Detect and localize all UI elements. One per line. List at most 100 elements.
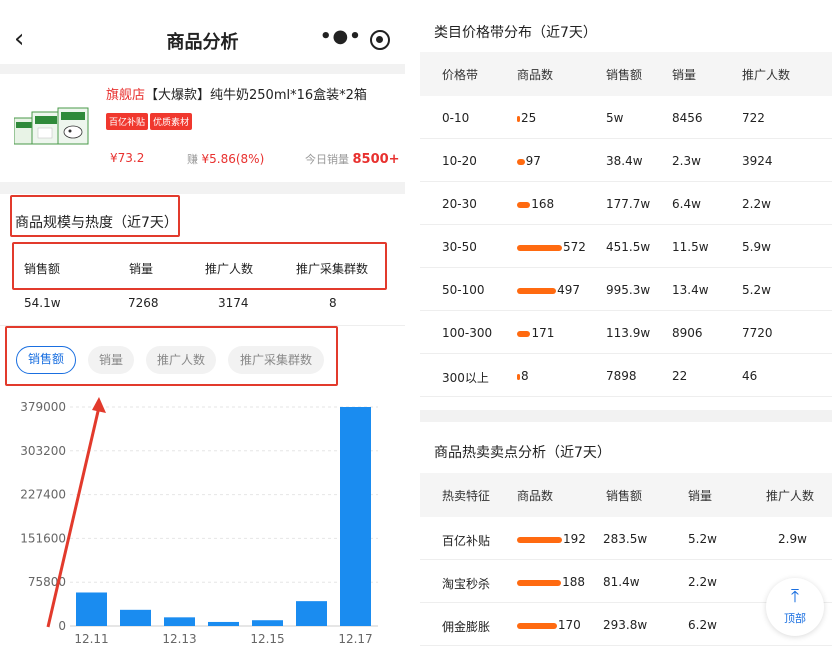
category-panel: 类目价格带分布（近7天） 价格带 商品数 销售额 销量 推广人数 0-10 25 5… — [420, 0, 832, 659]
table-row[interactable]: 50-100 497 995.3w 13.4w 5.2w — [420, 268, 832, 311]
price-band-title: 类目价格带分布（近7天） — [434, 25, 597, 41]
x-tick-label: 12.17 — [338, 632, 372, 646]
promoters: 46 — [742, 369, 758, 383]
count-bar — [517, 287, 557, 294]
y-tick-label: 379000 — [20, 400, 66, 414]
sales-amount: 995.3w — [606, 283, 651, 297]
count-bar — [517, 622, 557, 629]
table-row[interactable]: 30-50 572 451.5w 11.5w 5.9w — [420, 225, 832, 268]
divider — [420, 410, 832, 422]
table-header: 热卖特征 商品数 销售额 销量 推广人数 — [420, 473, 832, 517]
column-header: 销售额 — [606, 68, 643, 82]
product-count: 192 — [517, 532, 586, 546]
stat-header: 销量 — [129, 262, 154, 276]
product-count: 97 — [517, 154, 541, 168]
stat-value: 54.1w — [24, 296, 61, 310]
table-row[interactable]: 300以上 8 7898 22 46 — [420, 354, 832, 397]
y-tick-label: 0 — [58, 619, 66, 633]
chip-groups[interactable]: 推广采集群数 — [228, 346, 324, 374]
product-count: 168 — [517, 197, 554, 211]
mini-program-capsule: •●• — [312, 24, 398, 56]
divider — [0, 182, 405, 194]
promoters: 7720 — [742, 326, 773, 340]
sales-qty: 8906 — [672, 326, 703, 340]
chip-sales-amount[interactable]: 销售额 — [16, 346, 76, 374]
commission-label: 赚 — [187, 153, 198, 166]
count-value: 168 — [531, 197, 555, 211]
count-bar — [517, 115, 520, 122]
more-dots-icon[interactable]: •●• — [320, 26, 362, 47]
sales-qty: 2.3w — [672, 154, 701, 168]
sales-amount: 177.7w — [606, 197, 651, 211]
target-icon[interactable] — [370, 30, 390, 50]
sales-qty: 6.2w — [688, 618, 717, 632]
y-tick-label: 227400 — [20, 488, 66, 502]
table-header: 价格带 商品数 销售额 销量 推广人数 — [420, 52, 832, 96]
promoters: 3924 — [742, 154, 773, 168]
stat-header: 推广人数 — [205, 262, 254, 276]
chip-promoters[interactable]: 推广人数 — [146, 346, 216, 374]
table-row[interactable]: 0-10 25 5w 8456 722 — [420, 96, 832, 139]
sales-amount: 7898 — [606, 369, 637, 383]
scale-section-title: 商品规模与热度（近7天） — [15, 215, 178, 231]
price-band: 20-30 — [442, 197, 477, 211]
column-header: 销售额 — [606, 489, 643, 503]
hot-feature: 百亿补贴 — [442, 534, 491, 548]
sales-amount: 113.9w — [606, 326, 651, 340]
count-bar — [517, 536, 562, 543]
column-header: 商品数 — [517, 68, 554, 82]
count-value: 171 — [531, 326, 555, 340]
table-row[interactable]: 百亿补贴 192 283.5w 5.2w 2.9w — [420, 517, 832, 560]
count-value: 188 — [562, 575, 585, 589]
column-header: 价格带 — [442, 68, 479, 82]
stat-header: 推广采集群数 — [296, 262, 369, 276]
promoters: 5.2w — [742, 283, 771, 297]
table-row[interactable]: 10-20 97 38.4w 2.3w 3924 — [420, 139, 832, 182]
table-row[interactable]: 100-300 171 113.9w 8906 7720 — [420, 311, 832, 354]
sales-qty: 8456 — [672, 111, 703, 125]
chip-sales-qty[interactable]: 销量 — [88, 346, 134, 374]
hot-feature: 淘宝秒杀 — [442, 577, 491, 591]
count-value: 192 — [563, 532, 586, 546]
column-header: 推广人数 — [766, 489, 815, 503]
stat-value: 8 — [329, 296, 337, 310]
sales-qty: 2.2w — [688, 575, 717, 589]
count-bar — [517, 579, 562, 586]
column-header: 销量 — [688, 489, 713, 503]
count-value: 25 — [521, 111, 537, 125]
stats-header: 销售额 销量 推广人数 推广采集群数 — [12, 246, 387, 282]
today-sales: 今日销量 8500+ — [305, 151, 400, 167]
hot-feature: 佣金膨胀 — [442, 620, 491, 634]
sales-amount: 451.5w — [606, 240, 651, 254]
sales-amount: 38.4w — [606, 154, 643, 168]
hot-points-table: 热卖特征 商品数 销售额 销量 推广人数 百亿补贴 192 283.5w 5.2w 2.… — [420, 473, 832, 659]
sales-qty: 22 — [672, 369, 688, 383]
product-count: 171 — [517, 326, 554, 340]
hot-points-title: 商品热卖卖点分析（近7天） — [434, 445, 611, 461]
count-bar — [517, 373, 520, 380]
price-band: 50-100 — [442, 283, 485, 297]
count-bar — [517, 244, 562, 251]
price-band: 10-20 — [442, 154, 477, 168]
promoters: 2.9w — [778, 532, 807, 546]
count-value: 8 — [521, 369, 529, 383]
y-tick-label: 151600 — [20, 531, 66, 545]
sales-amount: 5w — [606, 111, 624, 125]
bar-12-12 — [120, 609, 151, 626]
price-band: 300以上 — [442, 371, 489, 385]
bar-12-14 — [208, 621, 239, 626]
divider — [0, 64, 405, 74]
commission: 赚 ¥5.86(8%) — [187, 151, 264, 167]
product-thumbnail — [14, 107, 89, 145]
table-row[interactable]: 20-30 168 177.7w 6.4w 2.2w — [420, 182, 832, 225]
today-sales-label: 今日销量 — [305, 153, 349, 166]
product-count: 8 — [517, 369, 529, 383]
promoters: 2.2w — [742, 197, 771, 211]
price: ¥73.2 — [110, 151, 145, 165]
product-card[interactable]: 旗舰店【大爆款】纯牛奶250ml*16盒装*2箱 百亿补贴 优质素材 ¥73.2 … — [0, 74, 405, 182]
bar-12-13 — [164, 617, 195, 626]
product-count: 25 — [517, 111, 536, 125]
nav-bar: ‹ 商品分析 •●• — [0, 20, 405, 60]
product-count: 572 — [517, 240, 586, 254]
back-to-top-button[interactable]: ⤒ 顶部 — [766, 578, 824, 636]
